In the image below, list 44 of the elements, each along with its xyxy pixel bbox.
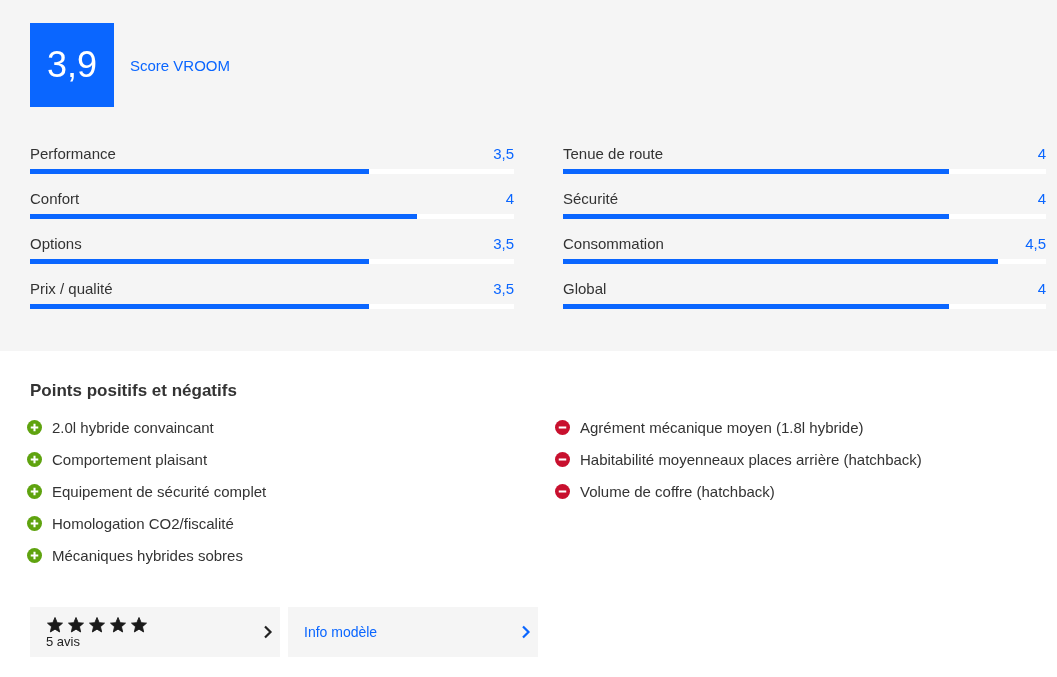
rating-label: Prix / qualité xyxy=(30,280,113,298)
star-icon xyxy=(88,615,106,634)
rating-label: Options xyxy=(30,235,82,253)
negative-point: Agrément mécanique moyen (1.8l hybride) xyxy=(580,418,864,436)
rating-value: 3,5 xyxy=(493,235,514,253)
rating-label: Sécurité xyxy=(563,190,619,208)
plus-circle-icon xyxy=(27,451,42,467)
star-icon xyxy=(130,615,148,634)
rating-value: 4 xyxy=(1037,145,1046,163)
rating-label: Tenue de route xyxy=(563,145,664,163)
plus-circle-icon xyxy=(27,419,42,435)
star-icon xyxy=(67,615,85,634)
plus-circle-icon xyxy=(27,483,42,499)
info-link[interactable]: Info modèle xyxy=(288,607,538,657)
rating-value: 4 xyxy=(1037,280,1046,298)
positive-point: Homologation CO2/fiscalité xyxy=(52,514,234,532)
plus-circle-icon xyxy=(27,547,42,563)
rating-value: 3,5 xyxy=(493,145,514,163)
score-label: Score VROOM xyxy=(130,56,231,74)
positive-point: Equipement de sécurité complet xyxy=(52,482,267,500)
positive-point: Mécaniques hybrides sobres xyxy=(52,546,243,564)
positive-point: 2.0l hybride convaincant xyxy=(52,418,214,436)
star-icon xyxy=(109,615,127,634)
positive-point: Comportement plaisant xyxy=(52,450,208,468)
score-badge: 3,9 xyxy=(30,23,114,107)
chevron-right-icon xyxy=(521,625,531,639)
rating-label: Performance xyxy=(30,145,116,163)
minus-circle-icon xyxy=(555,483,570,499)
section-heading: Points positifs et négatifs xyxy=(30,381,238,401)
rating-value: 4 xyxy=(505,190,514,208)
plus-circle-icon xyxy=(27,515,42,531)
minus-circle-icon xyxy=(555,451,570,467)
chevron-right-icon xyxy=(263,625,273,639)
minus-circle-icon xyxy=(555,419,570,435)
rating-label: Consommation xyxy=(563,235,664,253)
negative-point: Habitabilité moyenneaux places arrière (hatchback) xyxy=(580,450,922,468)
rating-value: 3,5 xyxy=(493,280,514,298)
rating-label: Global xyxy=(563,280,607,298)
reviews-link[interactable]: 5 avis xyxy=(30,607,280,657)
star-icon xyxy=(46,615,64,634)
negative-point: Volume de coffre (hatchback) xyxy=(580,482,775,500)
rating-value: 4,5 xyxy=(1025,235,1046,253)
rating-value: 4 xyxy=(1037,190,1046,208)
rating-label: Confort xyxy=(30,190,80,208)
